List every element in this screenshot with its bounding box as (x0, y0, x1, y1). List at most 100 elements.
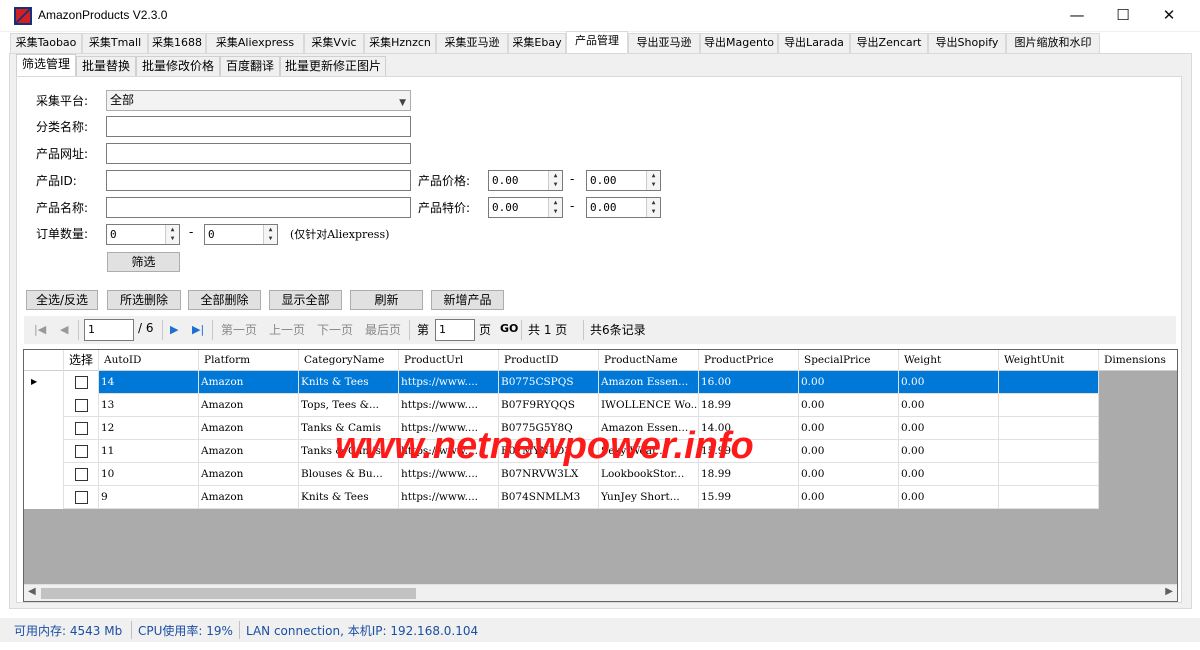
close-button[interactable]: ✕ (1146, 0, 1192, 30)
cell-platform: Amazon (199, 394, 299, 417)
table-row[interactable]: 9 Amazon Knits & Tees https://www.... B0… (24, 486, 1099, 509)
tab-ebay[interactable]: 采集Ebay (508, 33, 566, 53)
url-input[interactable] (106, 143, 411, 164)
col-header-platform[interactable]: Platform (199, 350, 299, 371)
refresh-button[interactable]: 刷新 (350, 290, 423, 310)
col-header-special-price[interactable]: SpecialPrice (799, 350, 899, 371)
platform-select-value: 全部 (110, 93, 135, 107)
row-checkbox[interactable] (75, 376, 88, 389)
row-header[interactable] (24, 486, 64, 509)
tab-hznzcn[interactable]: 采集Hznzcn (364, 33, 436, 53)
filter-button[interactable]: 筛选 (107, 252, 180, 272)
status-separator (131, 621, 132, 639)
first-page-link[interactable]: 第一页 (221, 321, 257, 338)
minimize-button[interactable]: — (1054, 0, 1100, 30)
select-cell[interactable] (64, 440, 99, 463)
scroll-left-icon[interactable]: ◀ (28, 586, 36, 597)
tab-batch-replace[interactable]: 批量替换 (76, 56, 136, 76)
row-header[interactable] (24, 463, 64, 486)
tab-export-shopify[interactable]: 导出Shopify (928, 33, 1006, 53)
orders-min-input[interactable]: 0 ▲ ▼ (106, 224, 180, 245)
show-all-button[interactable]: 显示全部 (269, 290, 342, 310)
prev-page-link[interactable]: 上一页 (269, 321, 305, 338)
row-header-corner (24, 350, 64, 371)
row-header[interactable]: ▶ (24, 371, 64, 394)
col-header-url[interactable]: ProductUrl (399, 350, 499, 371)
goto-page-input[interactable]: 1 (435, 319, 475, 341)
tab-vvic[interactable]: 采集Vvic (304, 33, 364, 53)
tab-product-management[interactable]: 产品管理 (566, 31, 628, 53)
row-header[interactable] (24, 417, 64, 440)
col-header-price[interactable]: ProductPrice (699, 350, 799, 371)
col-header-weight[interactable]: Weight (899, 350, 999, 371)
select-cell[interactable] (64, 417, 99, 440)
col-header-dimensions[interactable]: Dimensions (1099, 350, 1177, 371)
orders-max-input[interactable]: 0 ▲ ▼ (204, 224, 278, 245)
select-cell[interactable] (64, 463, 99, 486)
cell-url: https://www.... (399, 394, 499, 417)
col-header-product-name[interactable]: ProductName (599, 350, 699, 371)
tab-taobao[interactable]: 采集Taobao (10, 33, 82, 53)
total-records-text: 共6条记录 (590, 323, 646, 337)
delete-all-button[interactable]: 全部删除 (188, 290, 261, 310)
row-header[interactable] (24, 394, 64, 417)
tab-tmall[interactable]: 采集Tmall (82, 33, 148, 53)
horizontal-scrollbar[interactable]: ◀ ▶ (24, 584, 1177, 601)
current-page-input[interactable]: 1 (84, 319, 134, 341)
product-id-input[interactable] (106, 170, 411, 191)
spin-arrows-icon[interactable]: ▲ ▼ (646, 171, 660, 190)
platform-select[interactable]: 全部 ▼ (106, 90, 411, 111)
prev-record-icon[interactable]: ◀ (60, 323, 68, 336)
tab-1688[interactable]: 采集1688 (148, 33, 206, 53)
cell-weight: 0.00 (899, 394, 999, 417)
table-row[interactable]: ▶ 14 Amazon Knits & Tees https://www....… (24, 371, 1099, 394)
tab-export-zencart[interactable]: 导出Zencart (850, 33, 928, 53)
price-min-input[interactable]: 0.00 ▲ ▼ (488, 170, 563, 191)
special-max-input[interactable]: 0.00 ▲ ▼ (586, 197, 661, 218)
spin-arrows-icon[interactable]: ▲ ▼ (165, 225, 179, 244)
next-record-icon[interactable]: ▶ (170, 323, 178, 336)
delete-selected-button[interactable]: 所选删除 (107, 290, 181, 310)
spin-arrows-icon[interactable]: ▲ ▼ (263, 225, 277, 244)
col-header-product-id[interactable]: ProductID (499, 350, 599, 371)
tab-export-larada[interactable]: 导出Larada (778, 33, 850, 53)
col-header-category[interactable]: CategoryName (299, 350, 399, 371)
scroll-right-icon[interactable]: ▶ (1165, 586, 1173, 597)
go-button[interactable]: GO (500, 322, 518, 335)
product-name-input[interactable] (106, 197, 411, 218)
tab-image-resize-watermark[interactable]: 图片缩放和水印 (1006, 33, 1100, 53)
col-header-autoid[interactable]: AutoID (99, 350, 199, 371)
special-min-input[interactable]: 0.00 ▲ ▼ (488, 197, 563, 218)
cell-platform: Amazon (199, 417, 299, 440)
cell-autoid: 11 (99, 440, 199, 463)
select-cell[interactable] (64, 486, 99, 509)
category-input[interactable] (106, 116, 411, 137)
tab-export-amazon[interactable]: 导出亚马逊 (628, 33, 700, 53)
scrollbar-thumb[interactable] (41, 588, 416, 599)
last-record-icon[interactable]: ▶| (192, 323, 204, 336)
row-header[interactable] (24, 440, 64, 463)
maximize-button[interactable]: ☐ (1100, 0, 1146, 30)
tab-aliexpress[interactable]: 采集Aliexpress (206, 33, 304, 53)
tab-export-magento[interactable]: 导出Magento (700, 33, 778, 53)
add-product-button[interactable]: 新增产品 (431, 290, 504, 310)
first-record-icon[interactable]: |◀ (34, 323, 46, 336)
spin-arrows-icon[interactable]: ▲ ▼ (548, 198, 562, 217)
col-header-weight-unit[interactable]: WeightUnit (999, 350, 1099, 371)
table-row[interactable]: 13 Amazon Tops, Tees &... https://www...… (24, 394, 1099, 417)
products-grid[interactable]: 选择 AutoID Platform CategoryName ProductU… (23, 349, 1178, 602)
next-page-link[interactable]: 下一页 (317, 321, 353, 338)
tab-amazon-collect[interactable]: 采集亚马逊 (436, 33, 508, 53)
tab-baidu-translate[interactable]: 百度翻译 (220, 56, 280, 76)
col-header-select[interactable]: 选择 (64, 350, 99, 371)
select-all-toggle-button[interactable]: 全选/反选 (26, 290, 98, 310)
last-page-link[interactable]: 最后页 (365, 321, 401, 338)
tab-batch-price[interactable]: 批量修改价格 (136, 56, 220, 76)
spin-arrows-icon[interactable]: ▲ ▼ (548, 171, 562, 190)
tab-filter-management[interactable]: 筛选管理 (16, 54, 76, 76)
select-cell[interactable] (64, 394, 99, 417)
cell-autoid: 12 (99, 417, 199, 440)
tab-batch-update-images[interactable]: 批量更新修正图片 (280, 56, 386, 76)
price-max-input[interactable]: 0.00 ▲ ▼ (586, 170, 661, 191)
spin-arrows-icon[interactable]: ▲ ▼ (646, 198, 660, 217)
